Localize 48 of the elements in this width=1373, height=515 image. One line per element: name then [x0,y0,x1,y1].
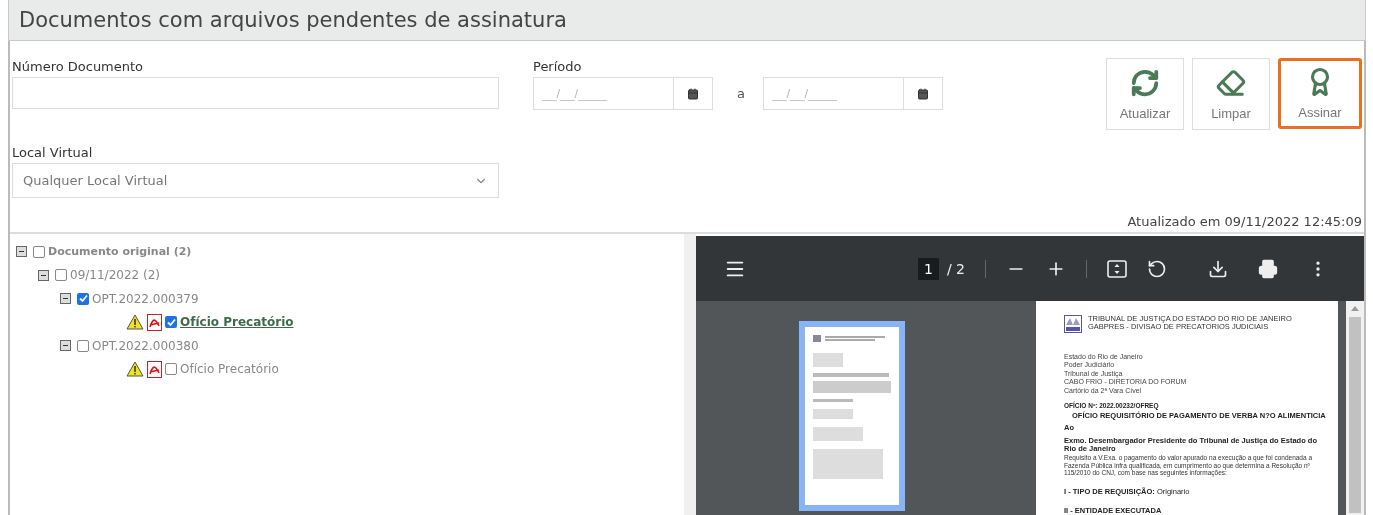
tree-node-label[interactable]: 09/11/2022 (2) [70,268,160,283]
document-link[interactable]: Ofício Precatório [180,362,279,377]
rotate-icon[interactable] [1147,258,1167,279]
field-label: Número Documento [12,59,145,74]
collapse-toggle[interactable] [60,340,71,352]
scrollbar[interactable] [1346,301,1364,515]
tree-node-label[interactable]: OPT.2022.000379 [92,291,199,306]
field-label: Local Virtual [12,145,94,160]
warning-icon [126,314,144,331]
calendar-icon [916,87,929,100]
date-field[interactable]: __/__/____ [762,77,904,110]
calendar-icon [687,87,699,100]
tree-node-label[interactable]: Documento original (2) [48,245,192,259]
field-label: Período [533,59,583,74]
checkbox[interactable] [165,316,177,329]
checkbox[interactable] [55,269,67,282]
calendar-button[interactable] [903,77,943,110]
court-logo-icon [1064,315,1082,333]
calendar-button[interactable] [674,77,713,110]
pdf-file-icon [147,313,162,331]
refresh-icon [1130,67,1160,98]
eraser-icon [1216,67,1246,98]
download-icon[interactable] [1208,258,1228,279]
document-number-field[interactable] [12,77,499,109]
page-number-field[interactable]: 1 [918,257,939,280]
collapse-toggle[interactable] [16,246,27,258]
page-count: / 2 [946,260,965,277]
page-thumbnail[interactable] [799,321,905,511]
page-title: Documentos com arquivos pendentes de assinatura [8,0,1366,41]
collapse-toggle[interactable] [60,293,71,305]
warning-icon [126,361,144,378]
fit-page-icon[interactable] [1107,259,1127,278]
checkbox[interactable] [77,339,89,352]
action-button[interactable]: Limpar [1192,58,1270,130]
pdf-file-icon [147,360,162,378]
updated-timestamp: Atualizado em 09/11/2022 12:45:09 [1127,214,1362,229]
local-virtual-select[interactable]: Qualquer Local Virtual [12,163,499,198]
checkbox[interactable] [165,363,177,376]
tree-node-label[interactable]: OPT.2022.000380 [92,338,199,353]
checkbox[interactable] [33,245,45,258]
action-button[interactable]: Assinar [1278,58,1362,129]
range-separator: a [737,86,745,101]
collapse-toggle[interactable] [38,269,49,281]
document-link[interactable]: Ofício Precatório [180,315,294,330]
date-field[interactable]: __/__/____ [533,77,674,110]
action-button[interactable]: Atualizar [1106,58,1184,130]
print-icon[interactable] [1258,258,1278,279]
checkbox[interactable] [77,292,89,305]
